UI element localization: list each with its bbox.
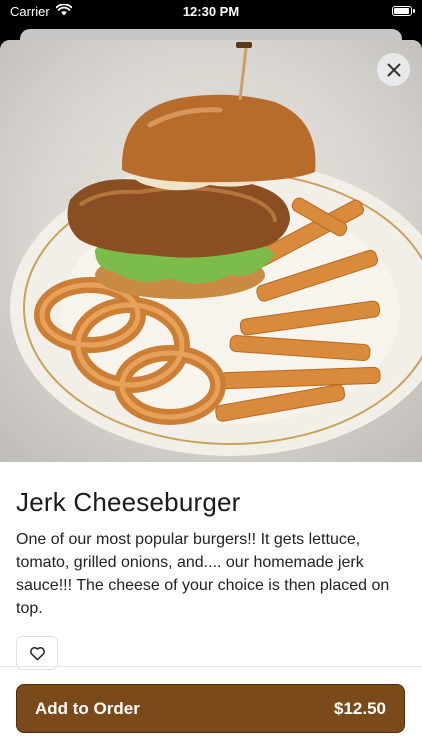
item-photo-illustration <box>10 42 422 456</box>
add-to-order-button[interactable]: Add to Order $12.50 <box>16 684 405 733</box>
item-detail-sheet: Jerk Cheeseburger One of our most popula… <box>0 40 422 750</box>
item-title: Jerk Cheeseburger <box>16 487 241 517</box>
status-bar: Carrier 12:30 PM <box>0 0 422 22</box>
close-icon <box>387 63 400 76</box>
add-to-order-label: Add to Order <box>35 698 140 718</box>
carrier-label: Carrier <box>10 3 50 19</box>
heart-icon <box>29 646 45 660</box>
item-content: Jerk Cheeseburger One of our most popula… <box>16 487 406 620</box>
price-label: $12.50 <box>334 698 386 718</box>
status-left: Carrier <box>10 2 73 19</box>
close-button[interactable] <box>377 53 410 86</box>
battery-level <box>394 8 409 14</box>
item-description: One of our most popular burgers!! It get… <box>16 531 390 617</box>
footer-divider <box>0 666 422 667</box>
favorite-button[interactable] <box>16 636 58 670</box>
battery-icon <box>392 6 415 16</box>
wifi-icon <box>55 2 73 19</box>
item-image <box>0 40 422 462</box>
